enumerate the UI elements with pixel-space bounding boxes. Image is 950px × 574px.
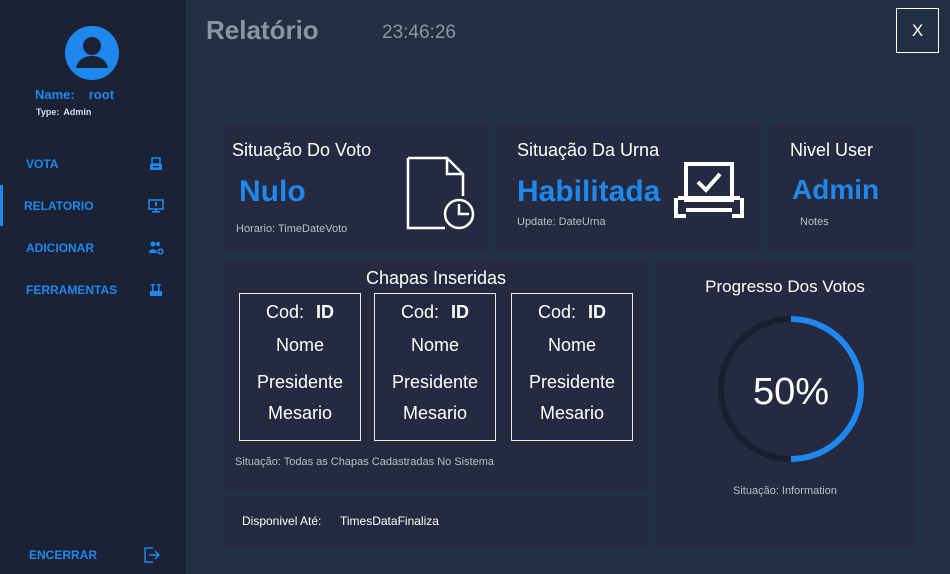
urna-note: Update: DateUrna xyxy=(517,216,606,228)
monitor-icon xyxy=(148,199,164,213)
user-type-label: Type: xyxy=(36,107,60,117)
urna-status-value: Habilitada xyxy=(517,175,661,208)
card-situacao-voto: Situação Do Voto Nulo Horario: TimeDateV… xyxy=(223,124,488,253)
clock: 23:46:26 xyxy=(382,22,456,43)
page-title: Relatório xyxy=(206,15,319,45)
encerrar-label: ENCERRAR xyxy=(29,548,98,562)
ballot-box-icon xyxy=(150,157,162,170)
logout-icon xyxy=(144,547,161,563)
disponivel-value: TimesDataFinaliza xyxy=(340,514,439,528)
user-avatar-icon xyxy=(65,26,119,80)
card-title: Progresso Dos Votos xyxy=(705,277,865,296)
ballot-check-icon xyxy=(674,162,744,218)
chapa-cod: Cod: ID xyxy=(375,302,495,323)
card-progresso-votos: Progresso Dos Votos 50% Situação: Inform… xyxy=(656,260,914,546)
disponivel-label: Disponivel Até: xyxy=(242,514,322,528)
chapa-nome: Nome xyxy=(275,335,324,355)
card-title: Nivel User xyxy=(790,140,874,160)
chapa-nome: Nome xyxy=(547,335,596,355)
chapa-card[interactable]: Cod: ID Nome Presidente Mesario xyxy=(374,293,496,441)
chapas-note: Situação: Todas as Chapas Cadastradas No… xyxy=(235,456,495,468)
chapa-presidente: Presidente xyxy=(528,372,616,392)
card-nivel-user: Nivel User Admin Notes xyxy=(769,124,914,253)
encerrar-button[interactable]: ENCERRAR xyxy=(0,540,186,570)
chapa-cod-label: Cod: xyxy=(537,302,577,322)
user-name: Name: root xyxy=(35,87,114,102)
card-chapas-inseridas: Chapas Inseridas Cod: ID Nome Presidente … xyxy=(223,260,649,490)
nav-item-ferramentas[interactable]: FERRAMENTAS xyxy=(0,273,186,307)
voto-status-value: Nulo xyxy=(239,175,306,208)
nav-item-label: RELATORIO xyxy=(24,199,94,213)
sidebar: Name: root Type: Admin VOTA RELATORIO ADIC… xyxy=(0,0,186,574)
nav-item-label: VOTA xyxy=(26,157,59,171)
active-indicator xyxy=(0,185,3,226)
chapa-cod-label: Cod: xyxy=(400,302,440,322)
chapa-mesario: Mesario xyxy=(539,403,605,423)
progresso-note: Situação: Information xyxy=(733,485,837,497)
chapa-cod-label: Cod: xyxy=(265,302,305,322)
nivel-note: Notes xyxy=(800,216,829,228)
nav-item-label: FERRAMENTAS xyxy=(26,283,118,297)
card-disponivel: Disponivel Até: TimesDataFinaliza xyxy=(223,497,649,546)
tools-icon xyxy=(150,284,162,296)
chapa-presidente: Presidente xyxy=(391,372,479,392)
chapa-cod: Cod: ID xyxy=(512,302,632,323)
chapa-card[interactable]: Cod: ID Nome Presidente Mesario xyxy=(511,293,633,441)
card-title: Chapas Inseridas xyxy=(365,268,507,288)
chapa-nome: Nome xyxy=(410,335,459,355)
user-type: Type: Admin xyxy=(36,107,91,117)
nivel-value: Admin xyxy=(792,174,880,205)
document-clock-icon xyxy=(406,156,475,230)
add-users-icon xyxy=(149,241,164,255)
progress-percent: 50% xyxy=(752,371,830,413)
chapa-presidente: Presidente xyxy=(256,372,344,392)
user-type-value: Admin xyxy=(63,107,92,117)
card-title: Situação Da Urna xyxy=(517,140,660,160)
chapa-cod-id: ID xyxy=(451,302,470,322)
chapa-cod: Cod: ID xyxy=(240,302,360,323)
chapa-cod-id: ID xyxy=(588,302,607,322)
nav-item-label: ADICIONAR xyxy=(26,241,94,255)
nav-item-adicionar[interactable]: ADICIONAR xyxy=(0,231,186,265)
chapa-mesario: Mesario xyxy=(402,403,468,423)
card-title: Situação Do Voto xyxy=(232,140,372,160)
user-name-value: root xyxy=(88,87,115,102)
voto-note: Horario: TimeDateVoto xyxy=(236,223,348,235)
chapa-card[interactable]: Cod: ID Nome Presidente Mesario xyxy=(239,293,361,441)
nav-item-vota[interactable]: VOTA xyxy=(0,147,186,181)
user-name-label: Name: xyxy=(35,87,75,102)
chapa-cod-id: ID xyxy=(316,302,335,322)
close-button[interactable]: X xyxy=(896,8,939,53)
chapa-mesario: Mesario xyxy=(267,403,333,423)
card-situacao-urna: Situação Da Urna Habilitada Update: Date… xyxy=(496,124,761,253)
nav-item-relatorio[interactable]: RELATORIO xyxy=(0,185,186,226)
